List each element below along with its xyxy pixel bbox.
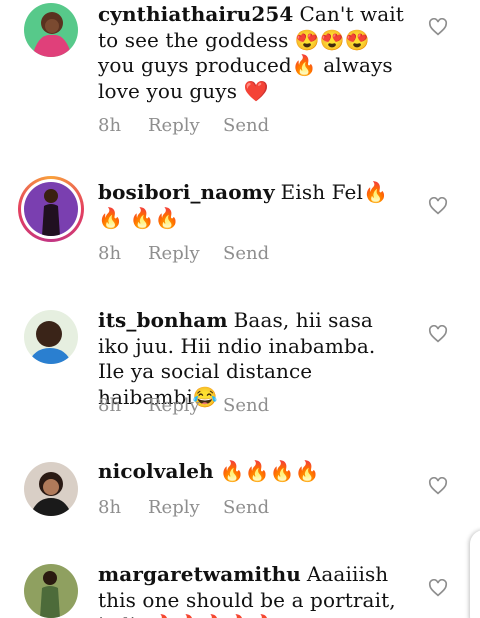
comment-text: 🔥🔥🔥🔥 xyxy=(219,459,320,483)
heart-outline-icon[interactable] xyxy=(428,579,448,597)
send-button[interactable]: Send xyxy=(223,243,269,264)
send-button[interactable]: Send xyxy=(223,497,269,518)
reply-button[interactable]: Reply xyxy=(148,497,223,518)
avatar[interactable] xyxy=(24,310,78,364)
comments-feed: cynthiathairu254 Can't wait to see the go… xyxy=(0,0,480,618)
comment-meta: 8h Reply Send xyxy=(98,395,269,416)
avatar[interactable] xyxy=(18,176,84,242)
heart-outline-icon[interactable] xyxy=(428,197,448,215)
comment-body: margaretwamithu Aaaiiish this one should … xyxy=(98,562,408,618)
floating-edge-button[interactable] xyxy=(470,530,480,618)
comment-time: 8h xyxy=(98,395,122,416)
send-button[interactable]: Send xyxy=(223,395,269,416)
comment-username[interactable]: bosibori_naomy xyxy=(98,180,275,204)
reply-button[interactable]: Reply xyxy=(148,115,223,136)
heart-outline-icon[interactable] xyxy=(428,325,448,343)
comment-meta: 8h Reply Send xyxy=(98,243,269,264)
reply-button[interactable]: Reply xyxy=(148,243,223,264)
comment-time: 8h xyxy=(98,243,122,264)
comment-meta: 8h Reply Send xyxy=(98,497,269,518)
comment-meta: 8h Reply Send xyxy=(98,115,269,136)
reply-button[interactable]: Reply xyxy=(148,395,223,416)
comment-time: 8h xyxy=(98,115,122,136)
comment-username[interactable]: nicolvaleh xyxy=(98,459,214,483)
heart-outline-icon[interactable] xyxy=(428,18,448,36)
comment-username[interactable]: cynthiathairu254 xyxy=(98,2,293,26)
avatar[interactable] xyxy=(24,564,78,618)
comment-username[interactable]: its_bonham xyxy=(98,308,228,332)
comment-time: 8h xyxy=(98,497,122,518)
comment-body: bosibori_naomy Eish Fel🔥🔥 🔥🔥 xyxy=(98,180,408,231)
avatar[interactable] xyxy=(24,462,78,516)
send-button[interactable]: Send xyxy=(223,115,269,136)
heart-outline-icon[interactable] xyxy=(428,477,448,495)
comment-username[interactable]: margaretwamithu xyxy=(98,562,301,586)
avatar-image xyxy=(24,182,78,236)
avatar[interactable] xyxy=(24,3,78,57)
comment-body: nicolvaleh 🔥🔥🔥🔥 xyxy=(98,459,408,485)
comment-body: cynthiathairu254 Can't wait to see the go… xyxy=(98,2,408,104)
